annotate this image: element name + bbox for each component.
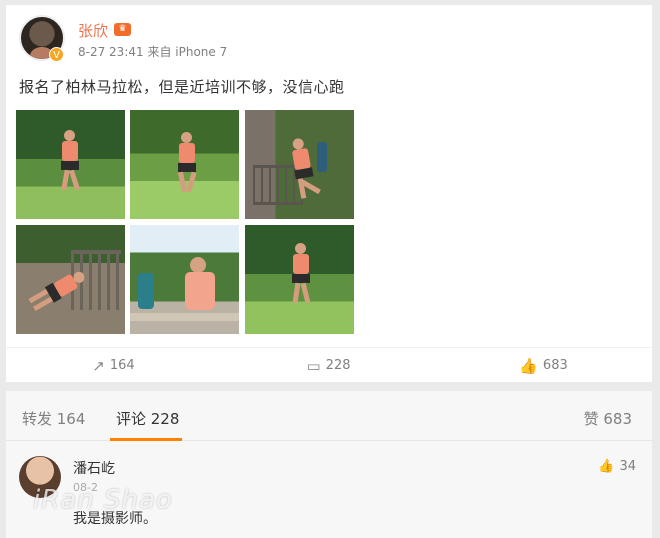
comment-count: 228 <box>325 358 351 373</box>
like-button[interactable]: 👍 683 <box>436 348 651 383</box>
post-timestamp[interactable]: 8-27 23:41 <box>78 45 144 59</box>
author-name[interactable]: 张欣 <box>78 20 108 41</box>
comment-like-count: 34 <box>619 459 636 474</box>
weibo-post-card: V 张欣 ♛ 8-27 23:41 来自 iPhone 7 报名了柏林马拉松，但… <box>6 5 652 382</box>
comment-like-button[interactable]: 👍 34 <box>598 459 636 474</box>
tab-repost[interactable]: 转发 164 <box>22 408 85 429</box>
post-meta: 8-27 23:41 来自 iPhone 7 <box>78 43 227 60</box>
comment-button[interactable]: ▭ 228 <box>221 348 436 383</box>
photo-5[interactable] <box>130 225 239 334</box>
active-tab-indicator <box>110 438 182 441</box>
photo-6[interactable] <box>245 225 354 334</box>
repost-button[interactable]: ↗ 164 <box>6 348 221 383</box>
comment-icon: ▭ <box>306 356 321 375</box>
repost-count: 164 <box>109 358 135 373</box>
tab-like[interactable]: 赞 683 <box>584 408 632 429</box>
verified-badge-icon: V <box>49 47 64 62</box>
tab-comment[interactable]: 评论 228 <box>116 408 179 429</box>
repost-icon: ↗ <box>92 356 105 375</box>
like-icon: 👍 <box>519 356 538 375</box>
photo-2[interactable] <box>130 110 239 219</box>
member-crown-icon[interactable]: ♛ <box>114 23 131 36</box>
post-action-bar: ↗ 164 ▭ 228 👍 683 <box>6 347 652 382</box>
like-count: 683 <box>542 358 568 373</box>
comments-panel: 转发 164 评论 228 赞 683 潘石屹 08-2 我是摄影师。 👍 34… <box>6 391 652 538</box>
like-icon: 👍 <box>598 459 615 474</box>
photo-1[interactable] <box>16 110 125 219</box>
watermark: iRan Shao <box>33 485 173 515</box>
photo-3[interactable] <box>245 110 354 219</box>
commenter-name[interactable]: 潘石屹 <box>73 458 115 478</box>
photo-4[interactable] <box>16 225 125 334</box>
post-text: 报名了柏林马拉松，但是近培训不够，没信心跑 <box>19 78 345 96</box>
post-source: 来自 iPhone 7 <box>147 45 228 59</box>
feedback-tabs: 转发 164 评论 228 赞 683 <box>6 391 652 441</box>
